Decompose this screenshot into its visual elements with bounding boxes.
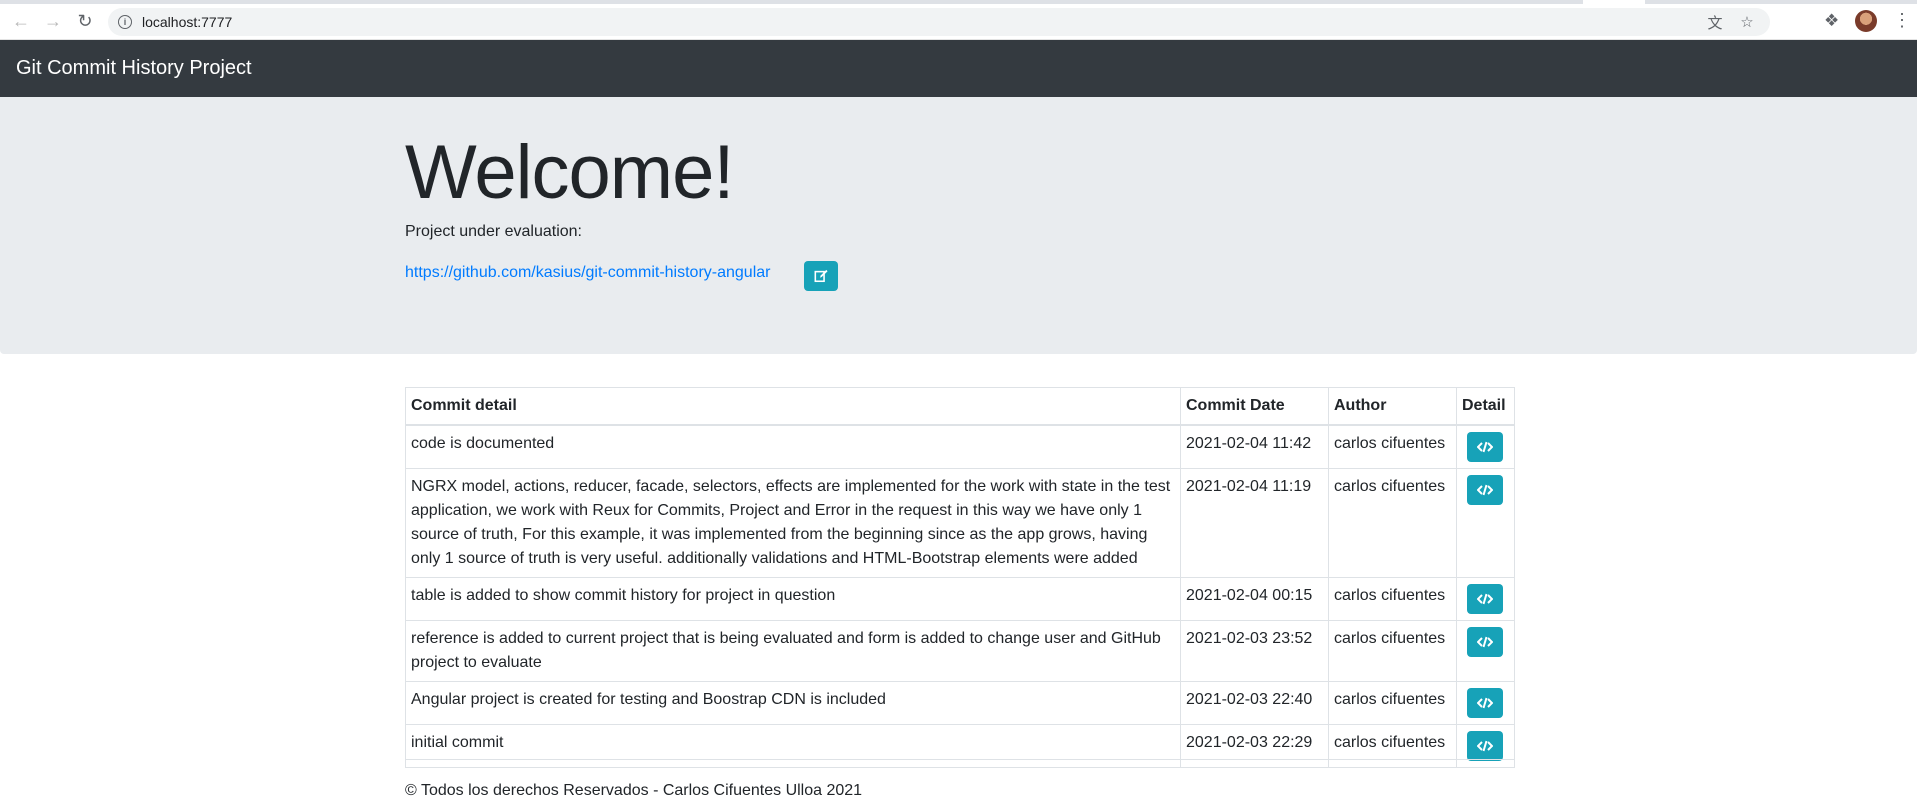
commit-author: carlos cifuentes (1328, 620, 1457, 682)
commit-message: NGRX model, actions, reducer, facade, se… (405, 468, 1181, 578)
table-row: reference is added to current project th… (405, 620, 1515, 682)
view-commit-button[interactable] (1467, 475, 1503, 505)
edit-project-button[interactable] (804, 261, 838, 291)
footer-copyright: © Todos los derechos Reservados - Carlos… (405, 782, 863, 799)
extensions-puzzle-icon[interactable]: ❖ (1824, 11, 1839, 31)
commit-author: carlos cifuentes (1328, 424, 1457, 469)
table-row: table is added to show commit history fo… (405, 577, 1515, 621)
header-commit-detail: Commit detail (405, 387, 1181, 426)
header-commit-date: Commit Date (1180, 387, 1329, 426)
back-icon[interactable]: ← (10, 10, 32, 32)
url-text: localhost:7777 (142, 14, 233, 30)
app-navbar: Git Commit History Project (0, 40, 1917, 97)
view-commit-button[interactable] (1467, 731, 1503, 761)
table-row: initial commit 2021-02-03 22:29 carlos c… (405, 724, 1515, 768)
table-row: NGRX model, actions, reducer, facade, se… (405, 468, 1515, 578)
profile-avatar[interactable] (1855, 10, 1877, 32)
commit-history-table: Commit detail Commit Date Author Detail … (405, 387, 1515, 768)
commit-author: carlos cifuentes (1328, 577, 1457, 621)
tab-strip (0, 0, 1917, 4)
view-commit-button[interactable] (1467, 432, 1503, 462)
commit-message: code is documented (405, 424, 1181, 469)
commit-author: carlos cifuentes (1328, 468, 1457, 578)
table-row: code is documented 2021-02-04 11:42 carl… (405, 424, 1515, 469)
commit-message: table is added to show commit history fo… (405, 577, 1181, 621)
code-icon (1477, 441, 1493, 453)
code-icon (1477, 697, 1493, 709)
commit-message: Angular project is created for testing a… (405, 681, 1181, 725)
code-icon (1477, 593, 1493, 605)
commit-author: carlos cifuentes (1328, 724, 1457, 768)
code-icon (1477, 484, 1493, 496)
header-detail: Detail (1456, 387, 1515, 426)
browser-toolbar: ← → ↻ i localhost:7777 文 ☆ ❖ ⋮ (0, 0, 1917, 40)
commit-date: 2021-02-04 11:19 (1180, 468, 1329, 578)
edit-icon (814, 269, 828, 283)
commit-date: 2021-02-03 22:29 (1180, 724, 1329, 768)
page-title: Welcome! (405, 130, 734, 215)
code-icon (1477, 636, 1493, 648)
eval-label: Project under evaluation: (405, 223, 582, 240)
code-icon (1477, 740, 1493, 752)
commit-date: 2021-02-04 00:15 (1180, 577, 1329, 621)
commit-message: initial commit (405, 724, 1181, 768)
forward-icon[interactable]: → (42, 10, 64, 32)
table-header-row: Commit detail Commit Date Author Detail (405, 387, 1515, 426)
commit-date: 2021-02-03 22:40 (1180, 681, 1329, 725)
address-bar[interactable]: i localhost:7777 文 ☆ (108, 8, 1770, 36)
commit-table-container: Commit detail Commit Date Author Detail … (405, 387, 1515, 768)
commit-date: 2021-02-04 11:42 (1180, 424, 1329, 469)
bookmark-star-icon[interactable]: ☆ (1738, 13, 1756, 31)
view-commit-button[interactable] (1467, 627, 1503, 657)
translate-icon[interactable]: 文 (1706, 13, 1724, 32)
welcome-jumbotron: Welcome! Project under evaluation: https… (0, 97, 1917, 354)
reload-icon[interactable]: ↻ (74, 10, 96, 32)
project-url-link[interactable]: https://github.com/kasius/git-commit-his… (405, 264, 770, 282)
navbar-brand[interactable]: Git Commit History Project (16, 57, 252, 80)
commit-date: 2021-02-03 23:52 (1180, 620, 1329, 682)
table-row: Angular project is created for testing a… (405, 681, 1515, 725)
header-author: Author (1328, 387, 1457, 426)
browser-menu-icon[interactable]: ⋮ (1893, 9, 1911, 31)
view-commit-button[interactable] (1467, 584, 1503, 614)
view-commit-button[interactable] (1467, 688, 1503, 718)
site-info-icon[interactable]: i (118, 15, 132, 29)
commit-author: carlos cifuentes (1328, 681, 1457, 725)
commit-message: reference is added to current project th… (405, 620, 1181, 682)
footer-divider (405, 759, 1515, 760)
